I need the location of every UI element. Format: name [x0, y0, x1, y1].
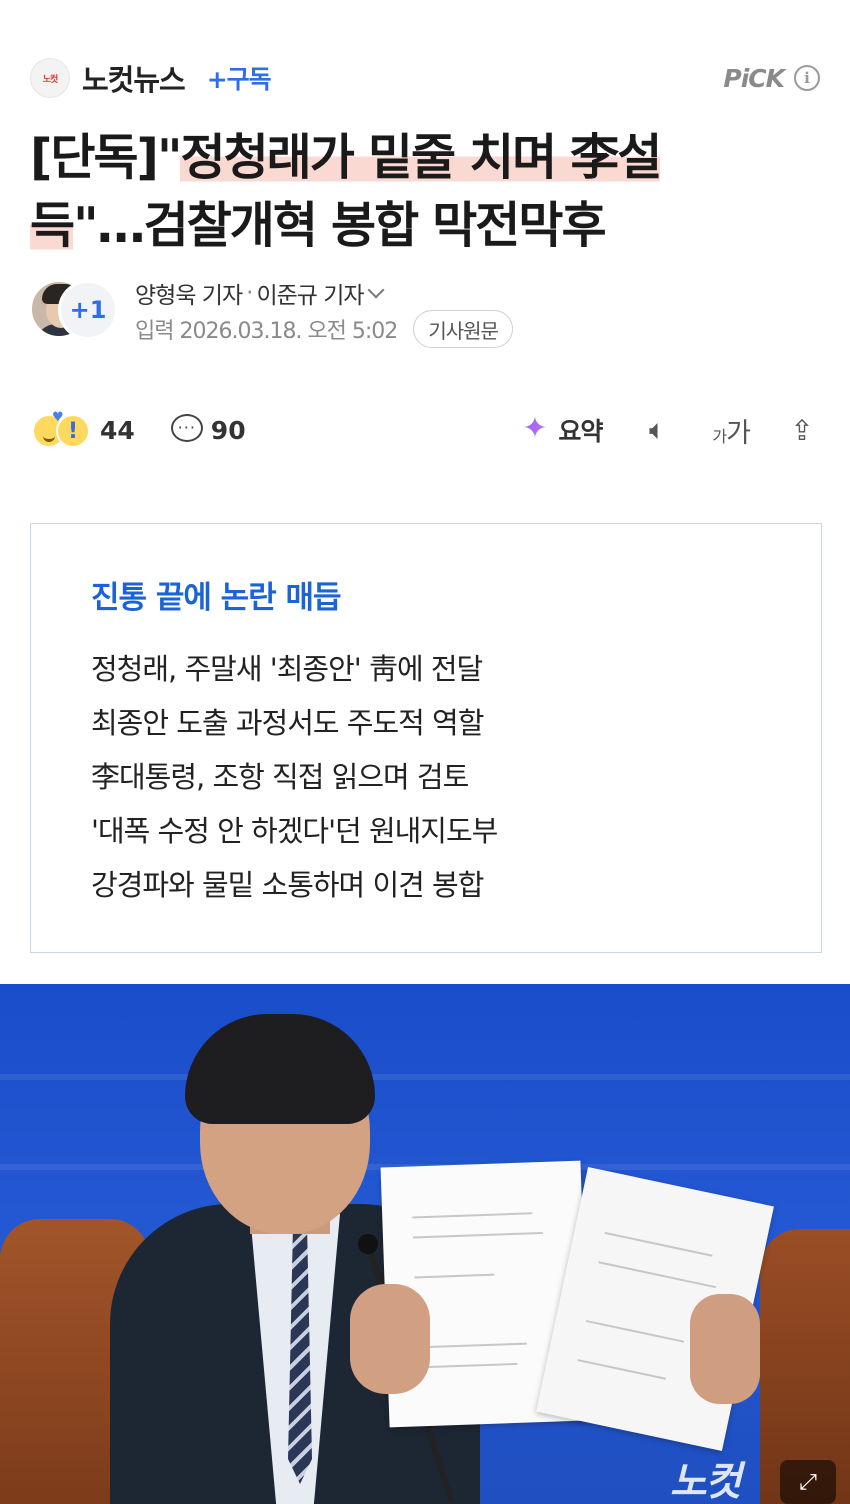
font-size-big: 가: [726, 417, 751, 449]
speaker-icon[interactable]: 🔈︎: [638, 413, 676, 447]
ai-sparkle-icon: [522, 411, 552, 446]
summary-label: 요약: [558, 417, 603, 446]
summary-title: 진통 끝에 논란 매듭: [91, 580, 342, 616]
date-row: 입력 2026.03.18. 오전 5:02 기사원문: [135, 310, 513, 348]
extra-reporters-badge: +1: [58, 280, 118, 340]
headline-prefix: [단독]": [30, 129, 182, 186]
headline-highlight-cont: 득: [30, 197, 75, 254]
pick-label: PiCK: [723, 63, 785, 93]
reporter-2: 이준규 기자: [256, 283, 364, 309]
photo-watermark: 노컷: [670, 1459, 742, 1504]
font-size-small: 가: [712, 426, 727, 446]
summary-line: 최종안 도출 과정서도 주도적 역할: [91, 706, 484, 740]
summary-line: 정청래, 주말새 '최종안' 靑에 전달: [91, 652, 483, 686]
headline-highlight: 정청래가 밑줄 치며 李설: [180, 129, 662, 186]
article-photo[interactable]: 노컷 ⤢: [0, 984, 850, 1504]
surprise-emoji-icon: !: [56, 414, 90, 448]
article-summary-box: 진통 끝에 논란 매듭 정청래, 주말새 '최종안' 靑에 전달 최종안 도출 …: [30, 523, 822, 953]
font-size-button[interactable]: 가가: [712, 411, 751, 450]
comment-count[interactable]: 90: [211, 416, 246, 445]
article-headline: [단독]"정청래가 밑줄 치며 李설득"…검찰개혁 봉합 막전막후: [30, 124, 820, 260]
original-article-button[interactable]: 기사원문: [413, 310, 513, 348]
hand: [350, 1284, 430, 1394]
headline-suffix: "…검찰개혁 봉합 막전막후: [73, 197, 606, 254]
reaction-emoji-icon[interactable]: ♥ !: [30, 410, 92, 450]
article-page: 노컷 노컷뉴스 +구독 PiCK i [단독]"정청래가 밑줄 치며 李설득"……: [0, 0, 850, 1504]
expand-icon[interactable]: ⤢: [780, 1460, 836, 1504]
summary-line: 강경파와 물밑 소통하며 이견 봉합: [91, 868, 484, 902]
summary-line: '대폭 수정 안 하겠다'던 원내지도부: [91, 814, 498, 848]
press-name[interactable]: 노컷뉴스: [82, 57, 186, 99]
press-header: 노컷 노컷뉴스 +구독 PiCK i: [30, 56, 820, 100]
summary-list: 정청래, 주말새 '최종안' 靑에 전달 최종안 도출 과정서도 주도적 역할 …: [91, 642, 498, 912]
article-tools: 요약 🔈︎ 가가 ⇪: [522, 411, 820, 450]
reporter-names[interactable]: 양형욱 기자 · 이준규 기자: [135, 278, 385, 309]
reporter-1: 양형욱 기자: [135, 283, 243, 309]
publish-date: 입력 2026.03.18. 오전 5:02: [135, 319, 398, 344]
chevron-down-icon[interactable]: [367, 281, 385, 299]
summary-button[interactable]: 요약: [522, 411, 603, 448]
pick-area: PiCK i: [723, 64, 820, 93]
comment-icon[interactable]: ···: [170, 414, 205, 446]
reporter-avatars[interactable]: +1: [30, 280, 120, 340]
info-icon[interactable]: i: [794, 65, 820, 91]
press-logo[interactable]: 노컷: [30, 58, 70, 98]
action-bar: ♥ ! 44 ··· 90 요약 🔈︎ 가가 ⇪: [30, 405, 820, 455]
reporter-separator: ·: [246, 280, 253, 306]
reaction-count[interactable]: 44: [100, 416, 135, 445]
summary-line: 李대통령, 조항 직접 읽으며 검토: [91, 760, 469, 794]
subscribe-button[interactable]: +구독: [207, 60, 272, 96]
share-icon[interactable]: ⇪: [784, 414, 820, 447]
hand: [690, 1294, 760, 1404]
